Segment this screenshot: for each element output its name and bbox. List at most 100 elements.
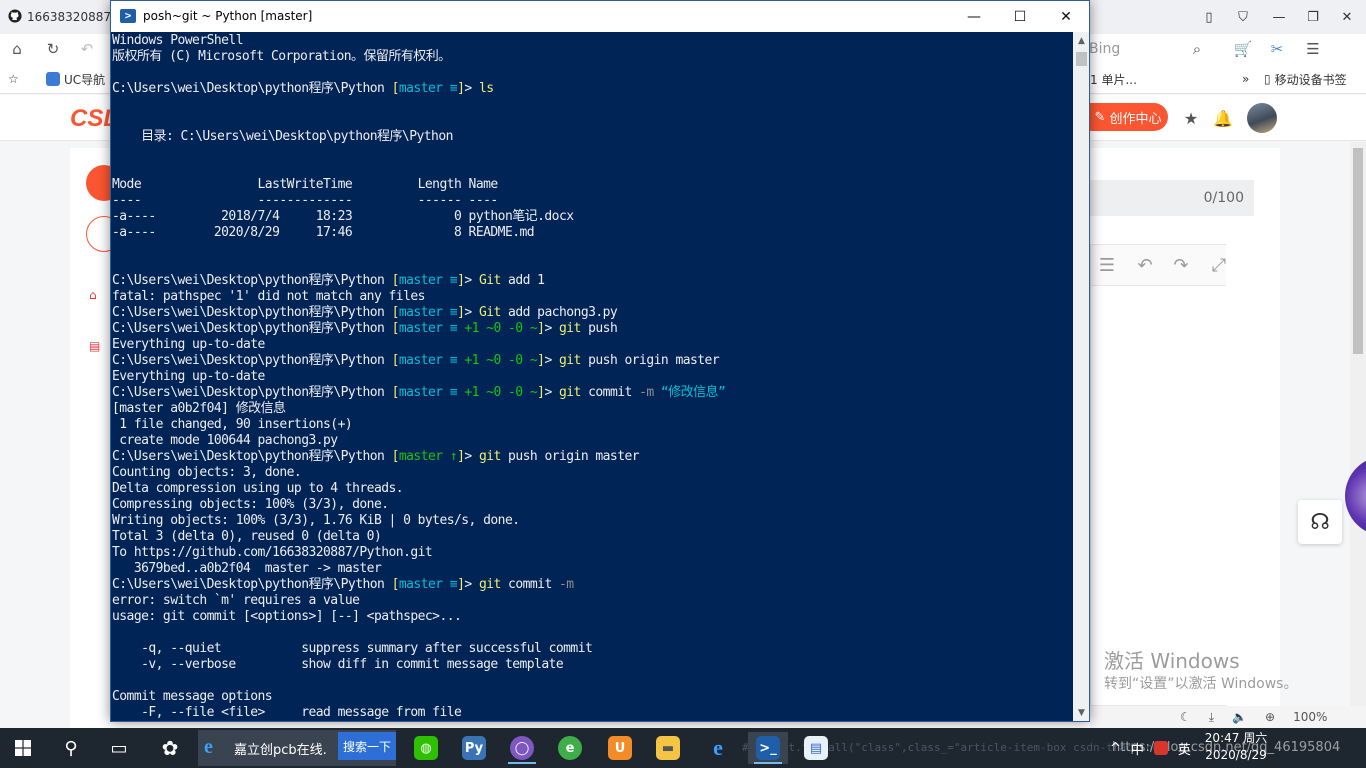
console-segment: create mode 100644 pachong3.py: [112, 433, 338, 448]
assistant-orb[interactable]: [1345, 456, 1366, 536]
task-view-icon[interactable]: ▭: [96, 728, 142, 768]
page-scrollbar[interactable]: [1350, 142, 1366, 728]
console-segment: >: [464, 305, 479, 320]
anaconda-icon[interactable]: ◯: [502, 732, 542, 764]
console-line: Everything up-to-date: [112, 369, 1073, 385]
close-icon[interactable]: ✕: [1336, 6, 1358, 28]
download-icon[interactable]: ⤓: [1209, 710, 1214, 725]
shirt-icon[interactable]: ⛉: [1232, 6, 1254, 28]
more-bookmarks-icon[interactable]: »: [1242, 70, 1249, 88]
console-output[interactable]: Windows PowerShell 版权所有 (C) Microsoft Cor…: [111, 32, 1073, 721]
uc-browser-icon[interactable]: U: [600, 732, 640, 764]
scroll-down-icon[interactable]: ▼: [1073, 704, 1089, 721]
powershell-window[interactable]: > posh~git ~ Python [master] — ☐ ✕ Windo…: [110, 0, 1090, 722]
favorites-icon[interactable]: ★: [1180, 107, 1202, 129]
home-icon[interactable]: ⌂: [6, 38, 28, 60]
menu-icon[interactable]: ☰: [1302, 38, 1324, 60]
console-segment: [: [391, 273, 400, 288]
console-segment: +1 ~0 -0 ~: [464, 385, 538, 400]
console-segment: master ↑: [398, 449, 458, 464]
browser-status-bar: ☾ ⤓ 🔈 ⊕ 100%: [1090, 706, 1366, 728]
console-line: C:\Users\wei\Desktop\python程序\Python [ma…: [112, 305, 1073, 321]
doc-side-icon[interactable]: ▤: [89, 339, 103, 353]
fan-app-icon[interactable]: ✿: [150, 732, 190, 764]
taskbar-search-button[interactable]: 搜索一下: [338, 732, 396, 760]
console-segment: 目录: C:\Users\wei\Desktop\python程序\Python: [112, 129, 453, 144]
pen-icon: ✎: [1094, 109, 1106, 125]
browser-360-icon[interactable]: e: [550, 732, 590, 764]
console-segment: git: [559, 385, 581, 400]
taskbar-clock[interactable]: 20:47 周六 2020/8/29: [1200, 730, 1272, 764]
ime-indicator[interactable]: 中: [1131, 739, 1144, 758]
home-side-icon[interactable]: ⌂: [89, 288, 103, 302]
speaker-icon[interactable]: 🔈: [1232, 710, 1247, 724]
minimize-icon[interactable]: —: [1268, 6, 1290, 28]
powershell-title-bar[interactable]: > posh~git ~ Python [master] — ☐ ✕: [111, 1, 1089, 32]
notepad-icon[interactable]: ▤: [796, 732, 836, 764]
zoom-icon[interactable]: ⊕: [1265, 710, 1275, 724]
cart-icon[interactable]: 🛒: [1232, 38, 1254, 60]
console-segment: git: [478, 577, 501, 592]
scroll-up-icon[interactable]: ▲: [1073, 32, 1089, 49]
search-icon[interactable]: ⌕: [1186, 38, 1208, 60]
console-segment: git: [559, 353, 581, 368]
console-line: ---- ------------- ------ ----: [112, 193, 1073, 209]
bookmark-uc-nav[interactable]: UC导航: [46, 70, 105, 88]
search-icon[interactable]: ⚲: [48, 728, 94, 768]
maximize-button[interactable]: ☐: [997, 1, 1043, 32]
console-segment: add 1: [500, 273, 545, 288]
sidebar-toggle-icon[interactable]: ▯: [1198, 6, 1220, 28]
phone-icon: ▯: [1264, 72, 1271, 86]
console-segment: error: switch `m' requires a value: [112, 593, 360, 608]
console-line: C:\Users\wei\Desktop\python程序\Python [ma…: [112, 577, 1073, 593]
bell-icon[interactable]: 🔔: [1212, 107, 1234, 129]
powershell-task-icon[interactable]: >_: [748, 732, 788, 764]
restore-icon[interactable]: ❐: [1302, 6, 1324, 28]
tray-chevron-icon[interactable]: ^: [1110, 741, 1121, 756]
taskbar: ⚲ ▭ ✿ e 嘉立创pcb在线... 搜索一下 ◍ Py ◯ e U ▬ e …: [0, 728, 1366, 768]
undo-icon[interactable]: ↶: [76, 38, 98, 60]
console-line: 3679bed..a0b2f04 master -> master: [112, 561, 1073, 577]
file-explorer-icon[interactable]: ▬: [648, 732, 688, 764]
red-app-icon[interactable]: [1153, 741, 1168, 755]
windows-start-icon[interactable]: [0, 728, 46, 768]
page-scroll-thumb[interactable]: [1353, 148, 1363, 354]
star-icon[interactable]: ☆: [8, 70, 19, 88]
python-icon[interactable]: Py: [454, 732, 494, 764]
refresh-icon[interactable]: ↻: [42, 38, 64, 60]
console-segment: push origin master: [580, 353, 720, 368]
console-segment: -m: [559, 577, 574, 592]
window-title: posh~git ~ Python [master]: [143, 9, 313, 23]
console-segment: Commit message options: [112, 689, 273, 704]
console-scrollbar[interactable]: ▲ ▼: [1073, 32, 1089, 721]
console-line: -a---- 2020/8/29 17:46 8 README.md: [112, 225, 1073, 241]
console-segment: Delta compression using up to 4 threads.: [112, 481, 404, 496]
zoom-level[interactable]: 100%: [1293, 710, 1327, 724]
editor-area[interactable]: [1090, 286, 1226, 706]
console-segment: Windows PowerShell: [112, 33, 244, 48]
lang-indicator[interactable]: 英: [1178, 739, 1191, 758]
close-button[interactable]: ✕: [1043, 1, 1089, 32]
bookmark-mobile[interactable]: ▯ 移动设备书签: [1264, 70, 1347, 88]
console-segment: master ≡: [398, 273, 458, 288]
console-segment: +1 ~0 -0 ~: [464, 353, 538, 368]
edge-icon[interactable]: e: [698, 732, 738, 764]
console-segment: -q, --quiet suppress summary after succe…: [112, 641, 593, 656]
browser-tab[interactable]: 16638320887/: [8, 4, 112, 30]
undo-icon[interactable]: ↶: [1133, 253, 1157, 277]
console-scroll-thumb[interactable]: [1076, 52, 1087, 66]
headset-icon[interactable]: ☊: [1298, 500, 1342, 544]
scissors-icon[interactable]: ✂: [1266, 38, 1288, 60]
console-segment: Total 3 (delta 0), reused 0 (delta 0): [112, 529, 382, 544]
avatar[interactable]: [1247, 103, 1277, 133]
fullscreen-icon[interactable]: ⤢: [1207, 253, 1231, 277]
night-mode-icon[interactable]: ☾: [1180, 710, 1191, 724]
redo-icon[interactable]: ↷: [1169, 253, 1193, 277]
minimize-button[interactable]: —: [951, 1, 997, 32]
create-center-button[interactable]: ✎ 创作中心: [1088, 103, 1168, 131]
list-icon[interactable]: ☰: [1095, 253, 1119, 277]
bookmark-mcu[interactable]: 1 单片...: [1090, 70, 1137, 88]
wechat-icon[interactable]: ◍: [406, 732, 446, 764]
uc-icon: [46, 72, 60, 86]
